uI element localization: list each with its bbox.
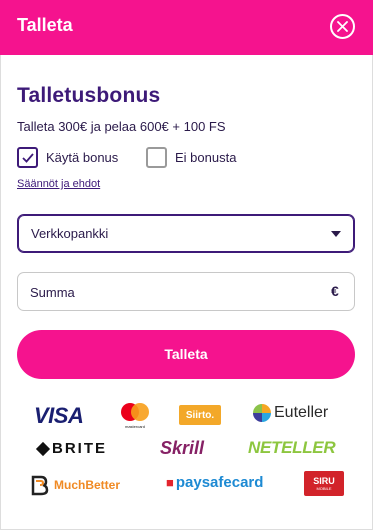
no-bonus-checkbox[interactable]: Ei bonusta bbox=[146, 146, 236, 168]
muchbetter-logo: MuchBetter bbox=[30, 474, 120, 496]
deposit-button[interactable]: Talleta bbox=[17, 330, 355, 379]
skrill-logo: Skrill bbox=[160, 438, 205, 458]
caret-down-icon bbox=[331, 231, 341, 237]
no-bonus-label: Ei bonusta bbox=[175, 149, 237, 165]
siru-caption: MOBILE bbox=[316, 486, 332, 491]
siirto-logo: Siirto. bbox=[179, 405, 221, 425]
siru-mobile-logo: SIRU MOBILE bbox=[304, 471, 344, 496]
checkmark-icon bbox=[22, 152, 34, 163]
amount-field[interactable]: € bbox=[17, 272, 355, 311]
brite-icon bbox=[35, 441, 51, 456]
use-bonus-checkbox[interactable]: Käytä bonus bbox=[17, 146, 118, 168]
lock-icon: ■ bbox=[166, 475, 174, 490]
modal-title: Talleta bbox=[17, 15, 73, 35]
payment-method-value: Verkkopankki bbox=[31, 226, 109, 241]
close-icon bbox=[337, 21, 348, 32]
euteller-logo: Euteller bbox=[253, 404, 328, 422]
bonus-description: Talleta 300€ ja pelaa 600€ + 100 FS bbox=[17, 119, 226, 134]
euteller-text: Euteller bbox=[274, 404, 329, 421]
euteller-icon bbox=[253, 404, 271, 422]
currency-symbol: € bbox=[331, 283, 339, 299]
visa-logo: VISA bbox=[34, 403, 84, 428]
modal-header: Talleta bbox=[0, 0, 373, 55]
brite-text: BRITE bbox=[52, 440, 107, 457]
amount-input[interactable] bbox=[30, 281, 320, 303]
neteller-logo: NETELLER bbox=[248, 438, 336, 457]
terms-link[interactable]: Säännöt ja ehdot bbox=[17, 178, 100, 190]
checkbox-box bbox=[17, 146, 38, 168]
bonus-title: Talletusbonus bbox=[17, 84, 161, 107]
payment-method-select[interactable]: Verkkopankki bbox=[17, 214, 355, 253]
brite-logo: BRITE bbox=[35, 440, 107, 457]
mastercard-caption: mastercard bbox=[125, 424, 145, 429]
muchbetter-icon bbox=[31, 475, 49, 496]
muchbetter-text: MuchBetter bbox=[54, 478, 121, 492]
paysafecard-logo: ■ paysafecard bbox=[166, 474, 263, 491]
mastercard-logo: mastercard bbox=[117, 401, 153, 429]
paysafecard-text: paysafecard bbox=[175, 474, 264, 491]
close-button[interactable] bbox=[330, 14, 355, 39]
use-bonus-label: Käytä bonus bbox=[46, 149, 119, 165]
checkbox-box bbox=[146, 146, 167, 168]
siru-text: SIRU bbox=[313, 476, 335, 486]
